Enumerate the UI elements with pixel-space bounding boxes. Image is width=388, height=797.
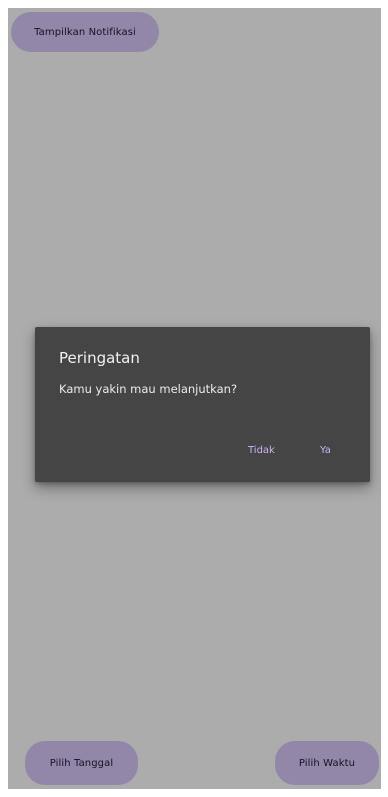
app-screen: Tampilkan Notifikasi Pilih Tanggal Pilih… [8, 8, 381, 789]
dialog-negative-button[interactable]: Tidak [248, 445, 275, 456]
dialog-title: Peringatan [59, 349, 140, 367]
dialog-message: Kamu yakin mau melanjutkan? [59, 382, 238, 396]
alert-dialog: Peringatan Kamu yakin mau melanjutkan? T… [35, 327, 370, 482]
dialog-positive-button[interactable]: Ya [320, 445, 331, 456]
